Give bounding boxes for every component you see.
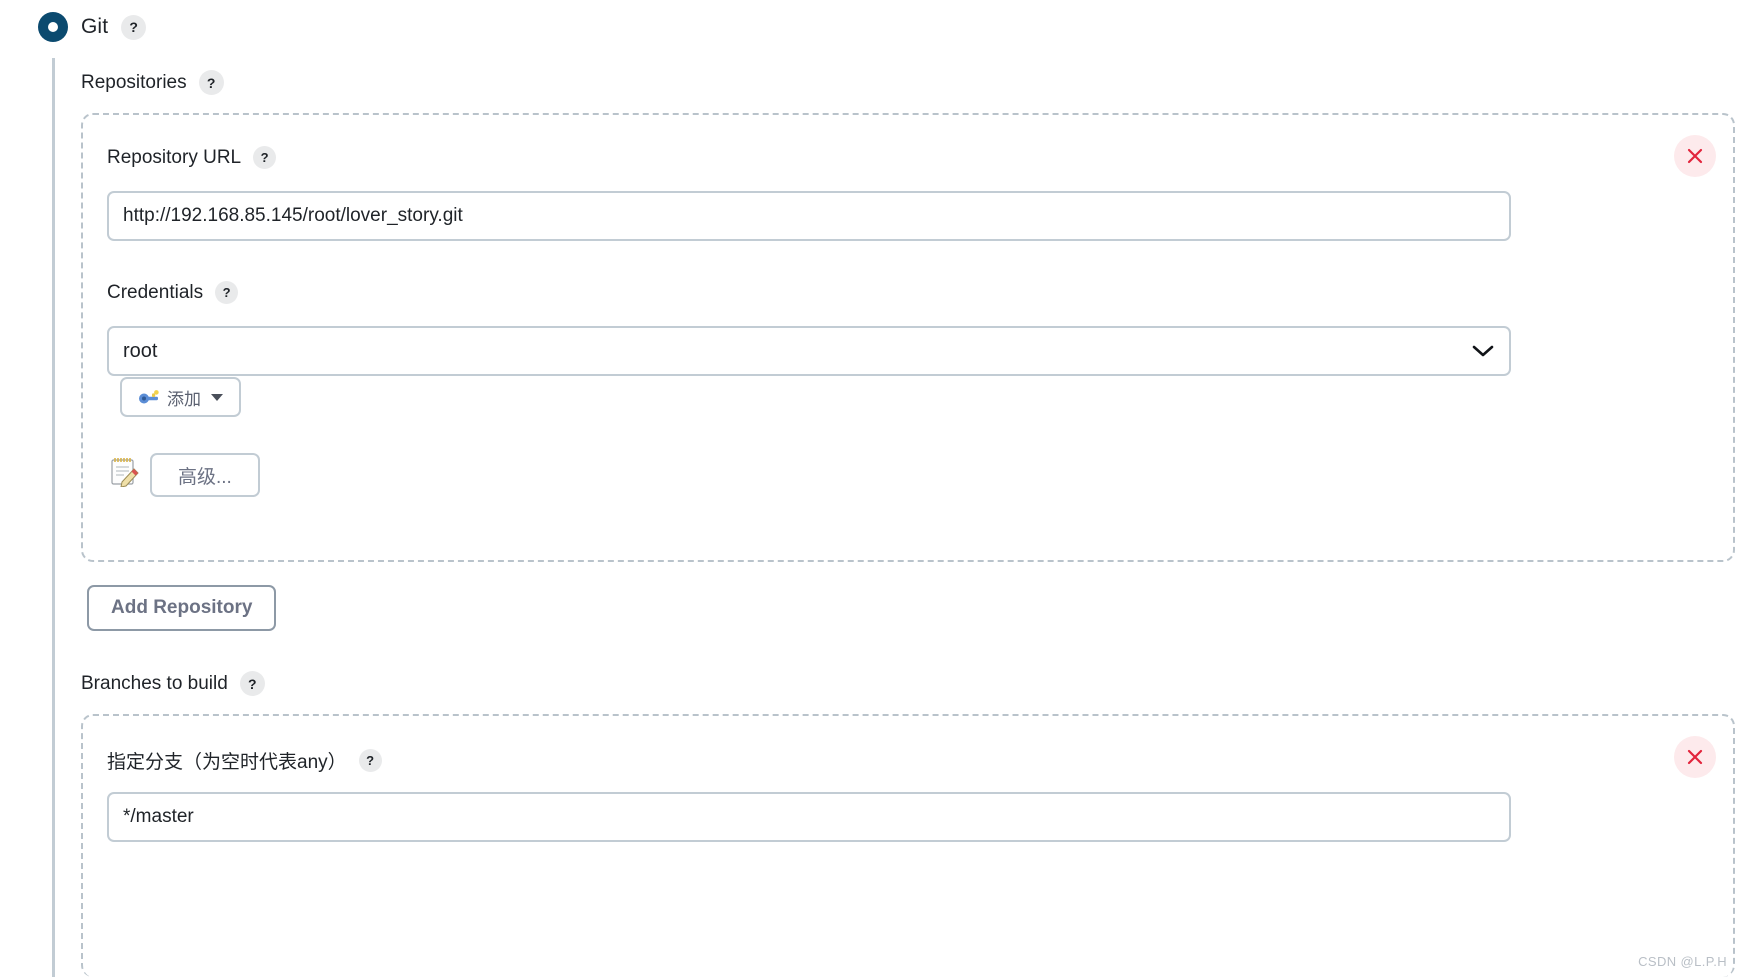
scm-option-git[interactable]: Git ? [38,12,147,42]
advanced-button[interactable]: 高级... [150,453,260,497]
repository-url-input[interactable] [107,191,1511,241]
branch-name-help-icon[interactable]: ? [358,749,382,772]
branch-name-input[interactable] [107,792,1511,842]
section-guide-line [52,58,55,977]
git-radio-button[interactable] [38,12,68,42]
add-credentials-label: 添加 [167,389,201,409]
credentials-select-wrapper[interactable]: root [107,326,1511,376]
branch-name-label-row: 指定分支（为空时代表any） ? [107,747,382,774]
repositories-heading-label: Repositories [81,71,187,93]
credentials-label-row: Credentials ? [107,281,239,304]
notepad-pencil-icon [108,455,140,488]
add-repository-label: Add Repository [111,597,253,618]
repositories-heading: Repositories ? [81,70,224,95]
caret-down-icon [211,393,223,401]
git-help-icon[interactable]: ? [121,14,147,40]
branch-entry-block: 指定分支（为空时代表any） ? [81,714,1735,977]
repositories-help-icon[interactable]: ? [198,70,224,95]
repository-url-label-row: Repository URL ? [107,146,277,169]
credentials-select[interactable]: root [107,326,1511,376]
credentials-selected-value: root [123,339,158,362]
remove-repository-button[interactable] [1674,135,1716,177]
branches-to-build-heading: Branches to build ? [81,671,265,696]
radio-selected-dot [48,22,58,32]
repository-url-help-icon[interactable]: ? [253,146,277,169]
add-repository-button[interactable]: Add Repository [87,585,277,631]
repository-url-label: Repository URL [107,146,242,168]
close-icon [1687,148,1703,164]
remove-branch-button[interactable] [1674,736,1716,778]
branch-name-label: 指定分支（为空时代表any） [107,752,347,773]
add-credentials-button[interactable]: 添加 [120,377,241,417]
branches-heading-label: Branches to build [81,672,228,694]
credentials-label: Credentials [107,281,204,303]
watermark: CSDN @L.P.H [1638,954,1727,969]
advanced-label: 高级... [178,466,232,488]
key-icon [138,389,160,405]
close-icon [1687,749,1703,765]
repository-entry-block: Repository URL ? Credentials ? root [81,113,1735,562]
credentials-help-icon[interactable]: ? [215,281,239,304]
branches-help-icon[interactable]: ? [239,671,265,696]
git-label: Git [81,15,109,38]
